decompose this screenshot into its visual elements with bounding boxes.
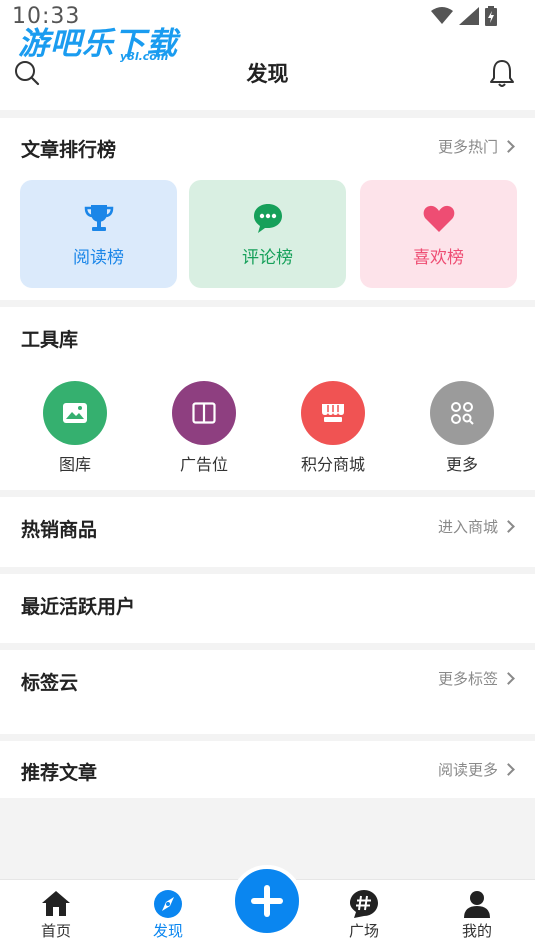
- shop-icon: [301, 381, 365, 445]
- rank-card-comment-label: 评论榜: [242, 247, 293, 268]
- recommended-title: 推荐文章: [21, 762, 98, 784]
- tag-cloud-more-label: 更多标签: [437, 670, 498, 688]
- hashtag-icon: [350, 890, 378, 918]
- nav-square[interactable]: 广场: [329, 888, 399, 941]
- rank-card-read-label: 阅读榜: [73, 247, 124, 268]
- nav-home[interactable]: 首页: [21, 888, 91, 941]
- tools-title: 工具库: [21, 329, 79, 351]
- hot-products-more-label: 进入商城: [437, 518, 498, 536]
- compass-icon: [154, 890, 182, 918]
- nav-discover[interactable]: 发现: [133, 888, 203, 941]
- chevron-right-icon: [502, 520, 515, 533]
- ranking-title: 文章排行榜: [21, 139, 117, 161]
- rank-card-like-label: 喜欢榜: [413, 247, 464, 268]
- add-post-button[interactable]: [231, 865, 303, 937]
- rank-card-like[interactable]: 喜欢榜: [360, 180, 517, 288]
- grid-more-icon: [430, 381, 494, 445]
- rank-card-read[interactable]: 阅读榜: [20, 180, 177, 288]
- wifi-icon: [431, 7, 453, 24]
- chevron-right-icon: [502, 672, 515, 685]
- status-icons: [431, 6, 497, 26]
- hot-products-more-link[interactable]: 进入商城: [437, 516, 515, 537]
- tool-gallery-label: 图库: [58, 455, 91, 474]
- ranking-more-label: 更多热门: [437, 138, 498, 156]
- hot-products-title: 热销商品: [21, 519, 98, 541]
- home-icon: [42, 891, 70, 916]
- tag-cloud-title: 标签云: [21, 672, 79, 694]
- chevron-right-icon: [502, 140, 515, 153]
- tool-gallery[interactable]: 图库: [25, 381, 125, 475]
- nav-square-label: 广场: [348, 922, 379, 940]
- nav-home-label: 首页: [40, 922, 71, 940]
- battery-icon: [485, 6, 497, 26]
- page-title: 发现: [246, 62, 289, 86]
- recommended-more-link[interactable]: 阅读更多: [437, 759, 515, 780]
- top-header: 10:33 游吧乐下载 y8l.com 发现: [0, 0, 535, 110]
- tool-ads-label: 广告位: [179, 455, 228, 474]
- bell-icon[interactable]: [489, 58, 515, 88]
- active-users-title: 最近活跃用户: [21, 596, 136, 618]
- nav-mine-label: 我的: [461, 922, 492, 940]
- tool-ads[interactable]: 广告位: [154, 381, 254, 475]
- ad-book-icon: [172, 381, 236, 445]
- tool-more[interactable]: 更多: [412, 381, 512, 475]
- gallery-icon: [43, 381, 107, 445]
- tool-more-label: 更多: [445, 455, 478, 474]
- user-icon: [464, 891, 490, 918]
- tag-cloud-more-link[interactable]: 更多标签: [437, 668, 515, 689]
- trophy-icon: [84, 204, 113, 231]
- chevron-right-icon: [502, 763, 515, 776]
- tool-points-mall-label: 积分商城: [300, 455, 365, 474]
- plus-icon: [251, 885, 283, 917]
- recommended-more-label: 阅读更多: [437, 761, 498, 779]
- ranking-more-link[interactable]: 更多热门: [437, 136, 515, 157]
- nav-discover-label: 发现: [152, 922, 183, 940]
- nav-mine[interactable]: 我的: [442, 888, 512, 941]
- tag-cloud-section: [0, 650, 535, 734]
- signal-icon: [459, 7, 479, 25]
- heart-icon: [423, 205, 454, 232]
- rank-card-comment[interactable]: 评论榜: [189, 180, 346, 288]
- tool-points-mall[interactable]: 积分商城: [283, 381, 383, 475]
- comment-icon: [253, 203, 282, 233]
